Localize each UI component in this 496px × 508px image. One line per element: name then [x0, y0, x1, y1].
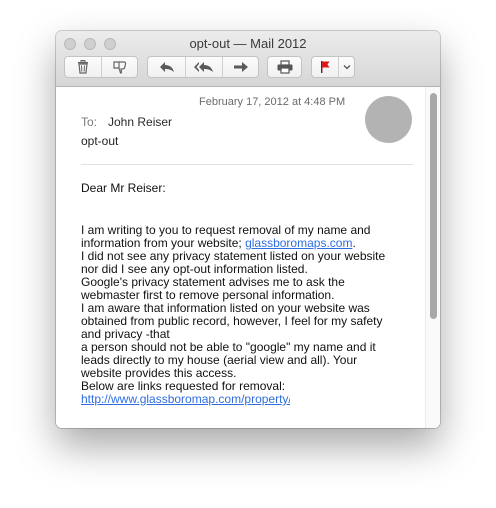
- titlebar: opt-out — Mail 2012: [56, 31, 440, 87]
- delete-button[interactable]: [65, 57, 101, 77]
- flag-group: [311, 56, 355, 78]
- sender-avatar: [365, 96, 412, 143]
- reply-icon: [159, 62, 174, 72]
- message-subject: opt-out: [81, 134, 119, 148]
- junk-icon: [112, 61, 126, 74]
- mail-window: opt-out — Mail 2012 February 17, 2012 at…: [56, 31, 440, 428]
- forward-button[interactable]: [222, 57, 258, 77]
- body-text: .: [352, 236, 356, 250]
- header-divider: [81, 164, 413, 165]
- body-text: information from your website;: [81, 236, 246, 250]
- forward-icon: [233, 62, 248, 72]
- reply-button[interactable]: [148, 57, 185, 77]
- scrollbar-thumb[interactable]: [430, 93, 437, 319]
- window-title: opt-out — Mail 2012: [189, 36, 307, 51]
- print-group: [267, 56, 302, 78]
- message-date: February 17, 2012 at 4:48 PM: [199, 96, 346, 108]
- to-label: To:: [81, 115, 98, 129]
- vertical-scrollbar[interactable]: [425, 87, 440, 428]
- junk-button[interactable]: [101, 57, 137, 77]
- reply-group: [147, 56, 259, 78]
- reply-all-button[interactable]: [185, 57, 222, 77]
- reply-all-icon: [194, 62, 213, 72]
- message-view: February 17, 2012 at 4:48 PM To: John Re…: [56, 87, 440, 428]
- print-icon: [277, 60, 292, 74]
- recipient-name[interactable]: John Reiser: [108, 115, 172, 129]
- chevron-down-icon: [343, 65, 350, 70]
- message-greeting: Dear Mr Reiser:: [81, 181, 166, 195]
- property-link[interactable]: http://www.glassboromap.com/property/: [81, 393, 290, 406]
- print-button[interactable]: [268, 57, 301, 77]
- trash-icon: [78, 60, 88, 74]
- website-link[interactable]: glassboromaps.com: [245, 236, 352, 250]
- body-line: Below are links requested for removal:: [81, 379, 286, 393]
- body-line: http://www.glassboromap.com/property/: [81, 393, 401, 406]
- message-body: I am writing to you to request removal o…: [81, 224, 401, 406]
- flag-icon: [321, 61, 330, 73]
- delete-junk-group: [64, 56, 138, 78]
- flag-button[interactable]: [312, 57, 338, 77]
- flag-menu-button[interactable]: [338, 57, 354, 77]
